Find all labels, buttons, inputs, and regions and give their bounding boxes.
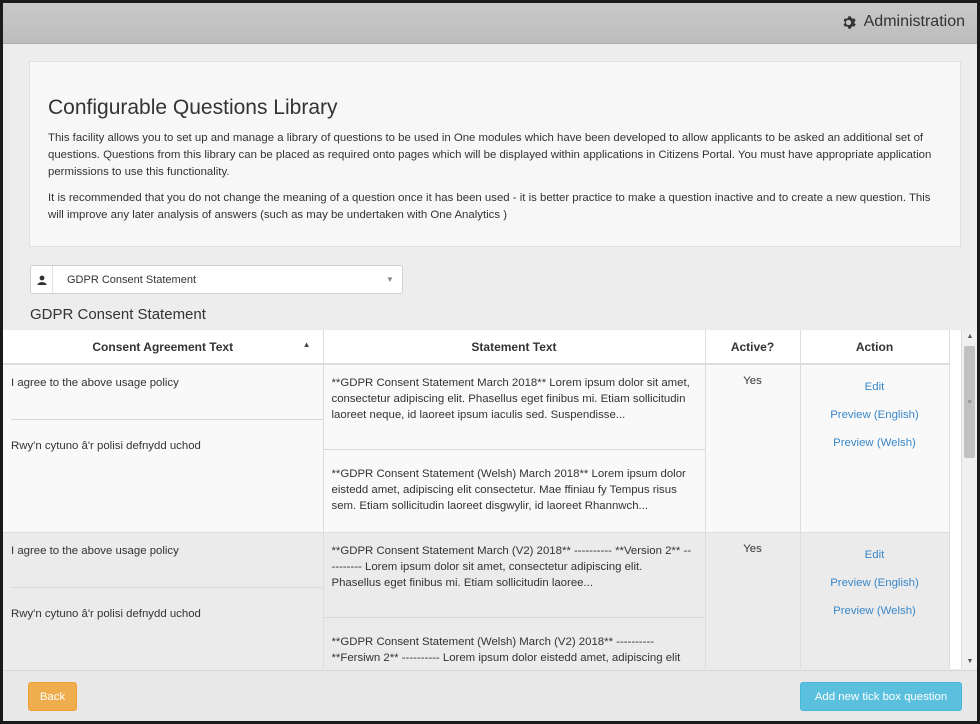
selector-addon (31, 266, 53, 293)
table-row: I agree to the above usage policy Rwy'n … (3, 532, 950, 669)
consent-cell: I agree to the above usage policy Rwy'n … (3, 532, 324, 669)
consent-text-english: I agree to the above usage policy (11, 377, 179, 389)
page-title: Configurable Questions Library (48, 96, 338, 119)
administration-label: Administration (863, 13, 965, 30)
action-cell: Edit Preview (English) Preview (Welsh) (800, 364, 950, 533)
active-cell: Yes (705, 532, 801, 669)
edit-link[interactable]: Edit (801, 547, 949, 563)
column-header-active[interactable]: Active? (705, 330, 801, 365)
question-set-select[interactable]: GDPR Consent Statement ▼ (30, 265, 403, 294)
column-header-action[interactable]: Action (800, 330, 950, 365)
back-button[interactable]: Back (28, 682, 77, 711)
table-row: I agree to the above usage policy Rwy'n … (3, 364, 950, 533)
statement-text-welsh: **GDPR Consent Statement (Welsh) March 2… (331, 468, 686, 512)
intro-paragraph-2: It is recommended that you do not change… (48, 192, 931, 221)
action-cell: Edit Preview (English) Preview (Welsh) (800, 532, 950, 669)
top-bar: Administration (3, 3, 977, 44)
edit-link[interactable]: Edit (801, 379, 949, 395)
preview-welsh-link[interactable]: Preview (Welsh) (801, 435, 949, 451)
consent-text-english: I agree to the above usage policy (11, 545, 179, 557)
intro-paragraph-1: This facility allows you to set up and m… (48, 132, 932, 178)
gear-icon (843, 15, 856, 29)
divider (323, 449, 705, 450)
section-title: GDPR Consent Statement (30, 306, 206, 323)
statement-cell: **GDPR Consent Statement March 2018** Lo… (323, 364, 706, 533)
column-header-label: Consent Agreement Text (92, 339, 234, 354)
divider (323, 617, 705, 618)
selected-value: GDPR Consent Statement (67, 273, 197, 286)
footer-bar: Back Add new tick box question (3, 670, 977, 721)
statement-cell: **GDPR Consent Statement March (V2) 2018… (323, 532, 706, 669)
table-scrollbar[interactable]: ▲ ≡ ▼ (961, 330, 977, 669)
statement-text-welsh: **GDPR Consent Statement (Welsh) March (… (331, 636, 681, 669)
preview-english-link[interactable]: Preview (English) (801, 407, 949, 423)
consent-cell: I agree to the above usage policy Rwy'n … (3, 364, 324, 533)
consent-text-welsh: Rwy'n cytuno â'r polisi defnydd uchod (11, 440, 201, 452)
user-icon (37, 275, 46, 285)
administration-link[interactable]: Administration (841, 13, 965, 31)
add-tick-box-question-button[interactable]: Add new tick box question (800, 682, 962, 711)
preview-english-link[interactable]: Preview (English) (801, 575, 949, 591)
statement-text-english: **GDPR Consent Statement March 2018** Lo… (331, 377, 690, 421)
active-cell: Yes (705, 364, 801, 533)
scroll-up-arrow-icon[interactable]: ▲ (962, 330, 977, 344)
statement-text-english: **GDPR Consent Statement March (V2) 2018… (331, 545, 692, 589)
scroll-thumb[interactable]: ≡ (964, 346, 975, 458)
column-header-consent[interactable]: Consent Agreement Text ▲ (3, 330, 324, 365)
column-header-statement[interactable]: Statement Text (323, 330, 706, 365)
scroll-down-arrow-icon[interactable]: ▼ (962, 655, 977, 669)
consent-text-welsh: Rwy'n cytuno â'r polisi defnydd uchod (11, 608, 201, 620)
preview-welsh-link[interactable]: Preview (Welsh) (801, 603, 949, 619)
app-window: Administration Configurable Questions Li… (0, 0, 980, 724)
chevron-down-icon: ▼ (386, 275, 394, 284)
questions-table-container: Consent Agreement Text ▲ Statement Text … (3, 330, 961, 669)
intro-panel: Configurable Questions Library This faci… (29, 61, 961, 247)
questions-table: Consent Agreement Text ▲ Statement Text … (3, 330, 950, 669)
sort-asc-icon: ▲ (302, 340, 311, 349)
